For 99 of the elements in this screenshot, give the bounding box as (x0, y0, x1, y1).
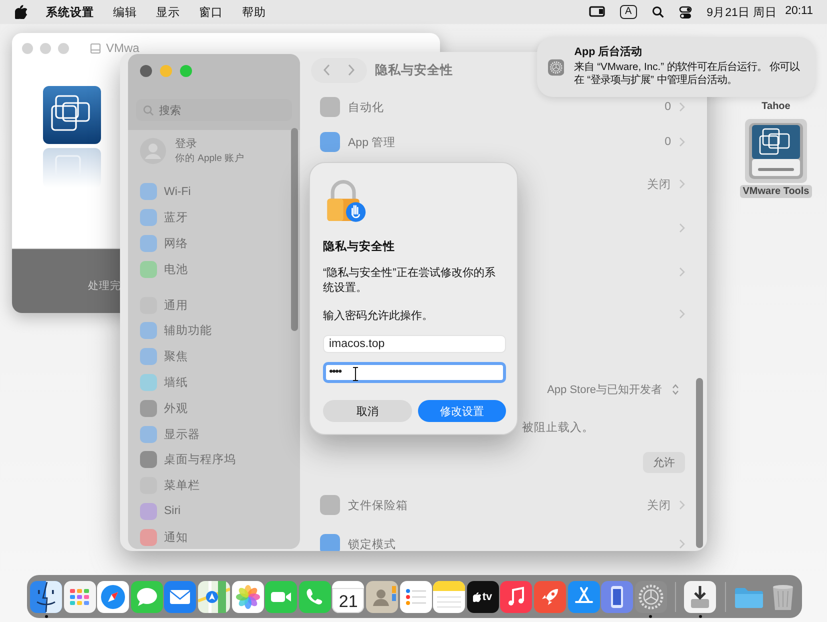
page-title: 隐私与安全性 (375, 62, 453, 78)
search-icon[interactable] (652, 6, 664, 18)
account-subtitle: 你的 Apple 账户 (175, 152, 245, 165)
close-button[interactable] (140, 65, 152, 77)
menu-bar-time[interactable]: 20:11 (785, 4, 813, 20)
sidebar-item[interactable]: 墙纸 (128, 370, 300, 396)
chevron-icon (679, 137, 685, 147)
notification-toast[interactable]: App 后台活动 来自 “VMware, Inc.” 的软件可在后台运行。 你可以在 “登录项与扩展” 中管理后台活动。 (537, 37, 815, 97)
map-icon[interactable] (198, 580, 230, 612)
two-tone-face-icon[interactable] (30, 580, 62, 612)
sidebar-item[interactable]: 辅助功能 (128, 318, 300, 344)
disk-drive-icon[interactable] (745, 119, 807, 183)
chevron-left-icon (323, 64, 331, 76)
sidebar-item[interactable]: Siri (128, 498, 300, 524)
desktop-icon-label[interactable]: VMware Tools (740, 185, 812, 198)
calendar-date: 21 (338, 592, 358, 610)
notepad-icon[interactable] (433, 580, 466, 612)
settings-row[interactable]: App 管理 0 (320, 122, 685, 162)
sidebar-item[interactable]: 外观 (128, 395, 300, 422)
speech-bubble-icon[interactable] (130, 580, 163, 612)
row-value: 关闭 (647, 178, 671, 192)
scrollbar[interactable] (291, 128, 298, 331)
sidebar-item[interactable]: 蓝牙 (128, 204, 300, 231)
row-value: 关闭 (647, 498, 671, 512)
menu-item[interactable]: 显示 (156, 4, 180, 20)
scrollbar[interactable] (696, 378, 703, 548)
row-label: App 管理 (348, 136, 396, 150)
input-source-indicator[interactable]: A (620, 5, 637, 19)
dialog-title: 隐私与安全性 (323, 239, 396, 254)
apple-logo-icon[interactable] (15, 5, 27, 19)
toggle-switches-icon[interactable] (678, 6, 692, 18)
menu-item[interactable]: 窗口 (199, 4, 223, 20)
app-menu[interactable]: 系统设置 (46, 4, 94, 20)
compass-icon[interactable] (97, 580, 130, 612)
search-field[interactable]: 搜索 (136, 99, 292, 121)
chevron-right-icon (347, 64, 355, 76)
a-glyph-icon[interactable] (568, 580, 600, 612)
envelope-icon[interactable] (164, 580, 196, 612)
note-text: 被阻止载入。 (522, 420, 594, 434)
settings-row[interactable]: 锁定模式 (320, 524, 685, 551)
row-label: 锁定模式 (348, 538, 396, 551)
chevron-icon (679, 102, 685, 112)
password-field[interactable]: •••• (323, 362, 506, 383)
phone-handset-icon[interactable] (298, 580, 331, 612)
menu-item[interactable]: 帮助 (242, 4, 266, 20)
row-label: 文件保险箱 (348, 498, 408, 512)
allow-button[interactable]: 允许 (643, 452, 685, 472)
music-note-icon[interactable] (500, 580, 532, 612)
sidebar-item[interactable]: 电池 (128, 256, 300, 282)
sidebar-item[interactable]: 显示器 (128, 421, 300, 447)
chevron-icon (679, 267, 685, 277)
sidebar-item[interactable]: 菜单栏 (128, 472, 300, 499)
sidebar-item[interactable]: 网络 (128, 230, 300, 256)
video-camera-icon[interactable] (265, 580, 298, 612)
search-icon (143, 104, 154, 116)
apple-logo-icon (473, 592, 482, 602)
chevron-icon (679, 500, 685, 510)
address-book-icon[interactable] (366, 580, 398, 612)
chevron-icon (679, 539, 685, 549)
username-field[interactable]: imacos.top (323, 334, 506, 353)
up-down-chevron-icon (672, 384, 679, 394)
phone-screen-icon[interactable] (601, 580, 634, 612)
tv-label: tv (482, 590, 492, 602)
sidebar-item[interactable]: 通知 (128, 524, 300, 549)
chevron-icon (679, 223, 685, 233)
sidebar-item[interactable]: 桌面与程序坞 (128, 446, 300, 473)
row-value: 0 (664, 101, 671, 113)
sidebar-item[interactable]: Wi-Fi (128, 179, 300, 205)
chevron-icon (679, 309, 685, 319)
checklist-icon[interactable] (400, 580, 432, 612)
i-beam-cursor-icon (353, 366, 358, 381)
menu-item[interactable]: 编辑 (113, 4, 137, 20)
notification-title: App 后台活动 (574, 46, 644, 60)
dialog-prompt: 输入密码允许此操作。 (323, 308, 434, 323)
dialog-message: “隐私与安全性”正在尝试修改你的系统设置。 (323, 266, 496, 296)
overlapping-squares-icon (43, 86, 101, 144)
account-title: 登录 (175, 137, 198, 151)
popup-menu[interactable]: App Store与已知开发者 (547, 382, 679, 396)
sidebar-item[interactable]: 聚焦 (128, 344, 300, 370)
desktop-icon-label[interactable]: Tahoe (758, 100, 794, 113)
cancel-button[interactable]: 取消 (323, 400, 412, 422)
sidebar-item[interactable]: 通用 (128, 292, 300, 318)
row-value: 0 (664, 136, 671, 148)
row-label: 自动化 (348, 100, 384, 114)
account-item[interactable]: 登录 你的 Apple 账户 (128, 130, 300, 179)
confirm-button[interactable]: 修改设置 (418, 400, 506, 422)
rocket-icon[interactable] (534, 580, 566, 612)
gear-icon[interactable] (634, 580, 667, 612)
notification-body: 来自 “VMware, Inc.” 的软件可在后台运行。 你可以在 “登录项与扩展” 中管理后台活动。 (574, 60, 801, 88)
tv-icon[interactable]: tv (466, 580, 499, 612)
chevron-icon (679, 179, 685, 189)
flower-icon[interactable] (232, 580, 264, 612)
screen-mirroring-icon[interactable] (589, 6, 605, 18)
download-tray-icon[interactable] (684, 580, 716, 612)
calendar-icon[interactable]: 21 (332, 580, 364, 612)
window-title: VMwa (106, 41, 140, 55)
status-text: 处理完 (88, 279, 121, 293)
menu-bar-date[interactable]: 9月21日 周日 (706, 4, 778, 20)
settings-row[interactable]: 文件保险箱 关闭 (320, 486, 685, 524)
